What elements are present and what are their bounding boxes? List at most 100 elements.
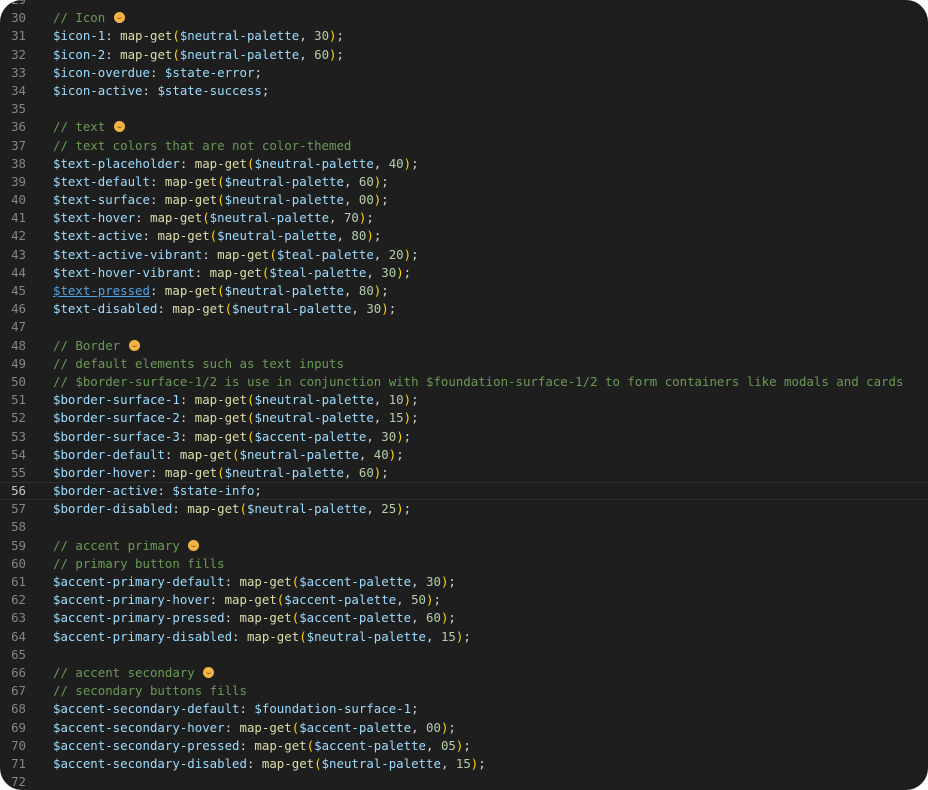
line-code: $accent-primary-disabled: map-get($neutr…: [53, 628, 471, 646]
code-line[interactable]: 66 // accent secondary: [0, 664, 928, 682]
token-punct: ,: [426, 628, 441, 644]
code-line[interactable]: 58: [0, 518, 928, 536]
token-var: $accent-palette: [284, 592, 397, 608]
code-line[interactable]: 55 $border-hover: map-get($neutral-palett…: [0, 464, 928, 482]
code-lines[interactable]: 2930// Icon 31$icon-1: map-get($neutral-…: [0, 0, 928, 790]
token-punct: :: [149, 64, 165, 80]
code-line[interactable]: 67 // secondary buttons fills: [0, 682, 928, 700]
token-link[interactable]: $text-pressed: [53, 283, 150, 298]
token-punct: :: [209, 592, 225, 608]
line-code: $text-disabled: map-get($neutral-palette…: [53, 300, 396, 318]
code-line[interactable]: 39 $text-default: map-get($neutral-palett…: [0, 173, 928, 191]
line-code: $border-active: $state-info;: [53, 483, 262, 499]
code-line[interactable]: 72: [0, 773, 928, 790]
line-number: 67: [11, 683, 26, 699]
token-fn: map-get: [187, 501, 240, 517]
code-line[interactable]: 48 // Border: [0, 337, 928, 355]
code-line[interactable]: 50 // $border-surface-1/2 is use in conju…: [0, 373, 928, 391]
code-line[interactable]: 57 $border-disabled: map-get($neutral-pal…: [0, 500, 928, 518]
line-number: 54: [11, 446, 26, 462]
token-num: 30: [426, 574, 441, 589]
token-num: 60: [358, 173, 374, 189]
code-line[interactable]: 38 $text-placeholder: map-get($neutral-pa…: [0, 155, 928, 173]
token-punct: :: [224, 719, 240, 735]
code-line[interactable]: 54 $border-default: map-get($neutral-pale…: [0, 446, 928, 464]
code-line[interactable]: 64 $accent-primary-disabled: map-get($neu…: [0, 628, 928, 646]
line-number: 51: [11, 392, 26, 408]
code-line[interactable]: 69 $accent-secondary-hover: map-get($acce…: [0, 719, 928, 737]
code-line[interactable]: 35: [0, 100, 928, 118]
code-line[interactable]: 70 $accent-secondary-pressed: map-get($ac…: [0, 737, 928, 755]
code-line[interactable]: 32 $icon-2: map-get($neutral-palette, 60)…: [0, 46, 928, 64]
token-fn: map-get: [120, 46, 173, 62]
token-comment: // text colors that are not color-themed: [53, 137, 352, 153]
code-line[interactable]: 65: [0, 646, 928, 664]
code-line[interactable]: 44 $text-hover-vibrant: map-get($teal-pal…: [0, 264, 928, 282]
token-fn: map-get: [246, 628, 300, 644]
token-var: $accent-palette: [299, 610, 412, 626]
token-num: 15: [388, 410, 404, 426]
code-line[interactable]: 29: [0, 0, 928, 9]
line-code: $accent-primary-hover: map-get($accent-p…: [53, 591, 441, 609]
line-number: 41: [11, 210, 26, 226]
code-line[interactable]: 40 $text-surface: map-get($neutral-palett…: [0, 191, 928, 209]
code-line[interactable]: 46 $text-disabled: map-get($neutral-palet…: [0, 300, 928, 318]
token-paren: (: [269, 246, 277, 262]
code-line[interactable]: 60 // primary button fills: [0, 555, 928, 573]
token-num: 00: [358, 192, 374, 208]
token-comment: // secondary buttons fills: [53, 683, 247, 699]
token-punct: ;: [403, 428, 412, 444]
code-line[interactable]: 59 // accent primary: [0, 537, 928, 555]
code-line[interactable]: 31 $icon-1: map-get($neutral-palette, 30)…: [0, 27, 928, 45]
code-line[interactable]: 56 $border-active: $state-info;: [0, 482, 928, 501]
code-line[interactable]: 34 $icon-active: $state-success;: [0, 82, 928, 100]
token-var: $neutral-palette: [239, 446, 359, 462]
token-num: 70: [343, 210, 359, 226]
code-line[interactable]: 37 // text colors that are not color-them…: [0, 137, 928, 155]
code-line[interactable]: 63 $accent-primary-pressed: map-get($acce…: [0, 609, 928, 627]
line-number: 66: [11, 664, 26, 680]
code-line[interactable]: 47: [0, 318, 928, 336]
token-var: $state-error: [164, 64, 255, 80]
token-paren: ): [396, 264, 404, 280]
slightly-smiling-face-icon: [188, 539, 200, 551]
code-line[interactable]: 30 // Icon: [0, 9, 928, 27]
token-fn: map-get: [194, 410, 247, 426]
code-line[interactable]: 51 $border-surface-1: map-get($neutral-pa…: [0, 391, 928, 409]
line-number: 55: [11, 464, 26, 480]
code-line[interactable]: 33 $icon-overdue: $state-error;: [0, 64, 928, 82]
token-punct: :: [157, 301, 173, 317]
line-code: // default elements such as text inputs: [53, 355, 344, 373]
token-var: $accent-secondary-disabled: [53, 755, 247, 771]
code-line[interactable]: 52 $border-surface-2: map-get($neutral-pa…: [0, 409, 928, 427]
line-code: $icon-overdue: $state-error;: [53, 64, 262, 82]
token-punct: :: [149, 192, 165, 208]
line-number: 37: [11, 137, 26, 153]
slightly-smiling-face-icon: [113, 12, 125, 24]
token-var: $neutral-palette: [246, 501, 367, 517]
line-code: $icon-1: map-get($neutral-palette, 30);: [53, 27, 344, 45]
token-punct: ;: [254, 64, 262, 80]
line-number: 50: [11, 373, 26, 389]
code-editor[interactable]: 2930// Icon 31$icon-1: map-get($neutral-…: [0, 0, 928, 790]
code-line[interactable]: 43 $text-active-vibrant: map-get($teal-pa…: [0, 246, 928, 264]
token-punct: ,: [336, 228, 352, 244]
code-line[interactable]: 49 // default elements such as text input…: [0, 355, 928, 373]
token-paren: (: [314, 755, 322, 771]
code-line[interactable]: 68 $accent-secondary-default: $foundation…: [0, 700, 928, 718]
code-line[interactable]: 53 $border-surface-3: map-get($accent-pal…: [0, 428, 928, 446]
token-var: $foundation-surface-1: [254, 701, 412, 717]
code-line[interactable]: 36 // text: [0, 118, 928, 136]
code-line[interactable]: 41 $text-hover: map-get($neutral-palette,…: [0, 209, 928, 227]
code-line[interactable]: 42 $text-active: map-get($neutral-palette…: [0, 227, 928, 245]
line-code: // Icon: [53, 9, 125, 27]
line-number: 31: [11, 28, 26, 44]
token-punct: ;: [411, 410, 419, 426]
line-code: // accent primary: [53, 537, 200, 555]
code-line[interactable]: 62 $accent-primary-hover: map-get($accent…: [0, 591, 928, 609]
code-line[interactable]: 71 $accent-secondary-disabled: map-get($n…: [0, 755, 928, 773]
slightly-smiling-face-icon: [128, 339, 140, 351]
code-line[interactable]: 45 $text-pressed: map-get($neutral-palett…: [0, 282, 928, 300]
code-line[interactable]: 61 $accent-primary-default: map-get($acce…: [0, 573, 928, 591]
token-punct: :: [179, 428, 195, 444]
